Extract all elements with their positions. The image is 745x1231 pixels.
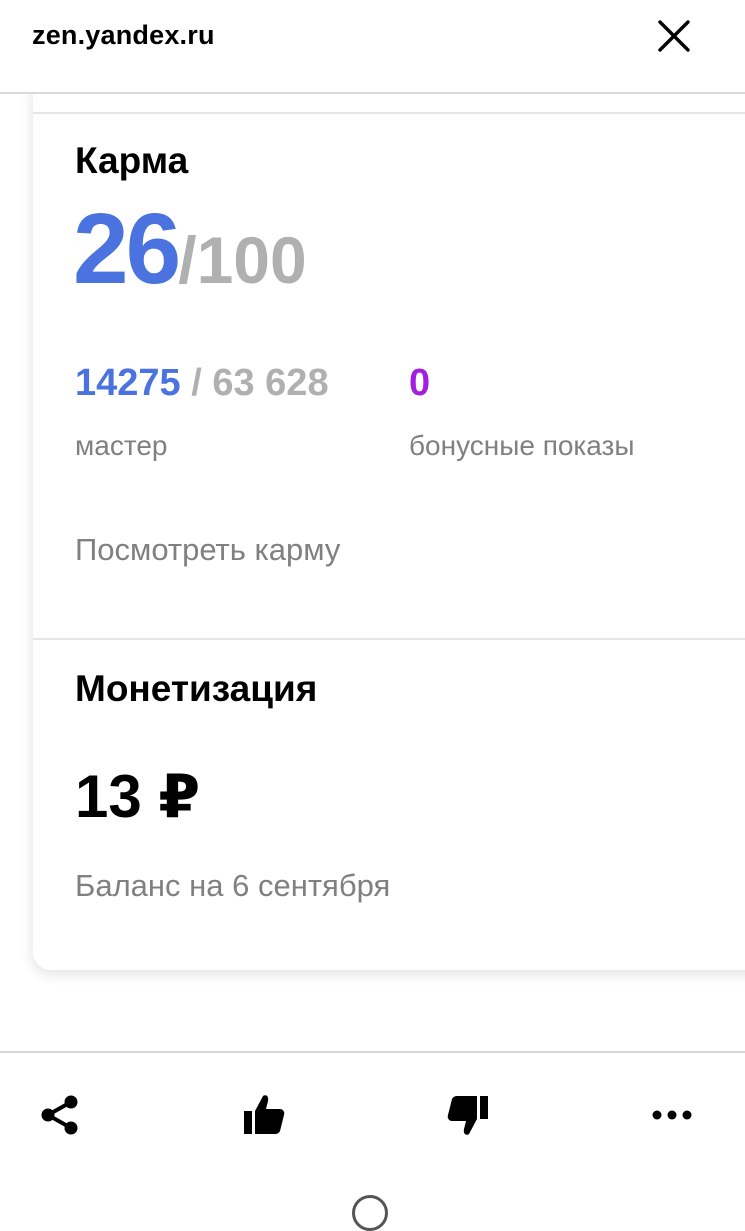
view-karma-link[interactable]: Посмотреть карму (75, 532, 340, 568)
bonus-value: 0 (409, 362, 431, 404)
balance-date-label: Баланс на 6 сентября (75, 868, 391, 903)
section-divider (33, 638, 745, 640)
karma-score: 26/100 (73, 192, 307, 307)
bottom-action-bar (0, 1051, 745, 1231)
master-total: / 63 628 (180, 362, 329, 404)
master-label: мастер (75, 430, 168, 461)
top-bar: zen.yandex.ru (0, 0, 745, 94)
dislike-button[interactable] (442, 1089, 494, 1141)
close-button[interactable] (650, 12, 698, 60)
close-icon (658, 20, 690, 52)
site-url: zen.yandex.ru (32, 20, 215, 50)
karma-max: /100 (178, 223, 307, 297)
share-button[interactable] (34, 1089, 86, 1141)
like-button[interactable] (238, 1089, 290, 1141)
master-stat: 14275 / 63 628 (75, 362, 329, 405)
content-area[interactable]: Карма 26/100 14275 / 63 628 мастер 0 бон… (0, 94, 745, 1052)
karma-value: 26 (73, 193, 181, 305)
like-icon (244, 1095, 285, 1134)
card-divider (33, 112, 745, 114)
bonus-label: бонусные показы (409, 430, 635, 461)
monetization-title: Монетизация (75, 668, 318, 709)
balance-amount: 13 ₽ (75, 763, 201, 830)
dislike-icon (447, 1096, 488, 1135)
master-value: 14275 (75, 362, 181, 404)
stats-card: Карма 26/100 14275 / 63 628 мастер 0 бон… (33, 94, 745, 970)
karma-title: Карма (75, 140, 189, 181)
share-icon (41, 1095, 78, 1135)
more-icon (652, 1110, 692, 1120)
more-button[interactable] (646, 1089, 698, 1141)
home-indicator (352, 1195, 388, 1231)
